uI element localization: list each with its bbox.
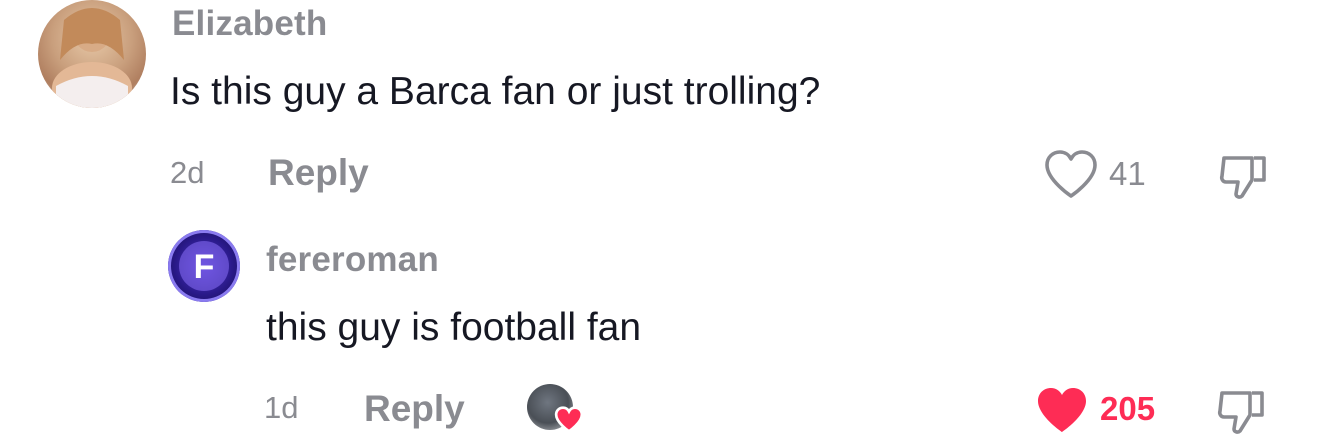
reply-button[interactable]: Reply — [268, 152, 369, 194]
reply-text: this guy is football fan — [266, 306, 642, 349]
like-count: 41 — [1109, 155, 1146, 192]
like-count: 205 — [1100, 390, 1156, 427]
avatar-fereroman[interactable]: F — [168, 230, 240, 302]
reply-timestamp: 1d — [264, 390, 299, 425]
comment-text: Is this guy a Barca fan or just trolling… — [170, 70, 821, 113]
creator-liked-heart-icon — [554, 406, 584, 434]
avatar-photo — [52, 8, 132, 108]
avatar-elizabeth[interactable] — [38, 0, 146, 108]
thumbs-down-icon[interactable] — [1216, 387, 1270, 435]
thumbs-down-icon[interactable] — [1218, 152, 1272, 200]
heart-icon[interactable] — [1043, 150, 1099, 200]
comment-timestamp: 2d — [170, 155, 205, 190]
comment-username[interactable]: Elizabeth — [172, 4, 327, 44]
reply-username[interactable]: fereroman — [266, 240, 439, 280]
avatar-letter: F — [194, 248, 215, 286]
avatar-logo: F — [179, 241, 229, 291]
reply-button[interactable]: Reply — [364, 388, 465, 430]
heart-icon[interactable] — [1034, 386, 1090, 436]
